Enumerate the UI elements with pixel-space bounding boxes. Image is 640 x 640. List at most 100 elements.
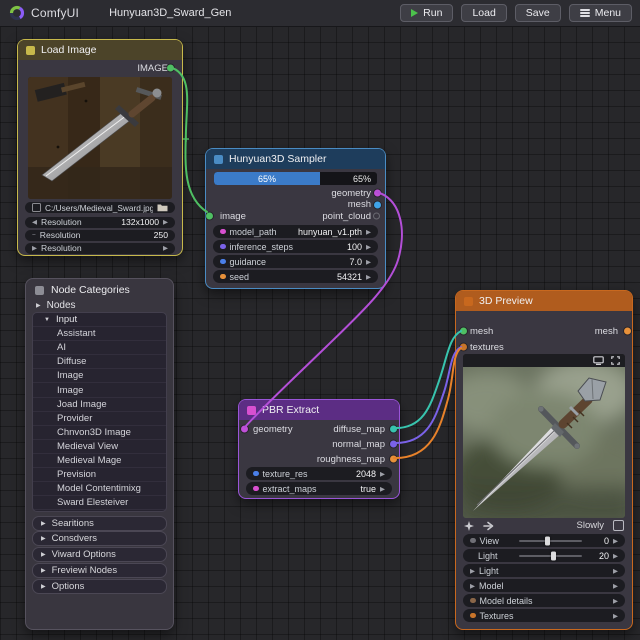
input-geometry: geometry [253, 423, 293, 435]
viewport-controls: Slowly [464, 519, 624, 532]
category-item[interactable]: Diffuse [33, 355, 166, 370]
node-pbr-header[interactable]: PBR Extract [239, 400, 399, 420]
light-slider-handle[interactable] [551, 551, 556, 560]
node-pbr-extract[interactable]: PBR Extract geometry diffuse_map normal_… [238, 399, 400, 499]
spinner-arrow-icon[interactable]: ▶ [366, 273, 371, 281]
category-item[interactable]: Assistant [33, 327, 166, 342]
output-normal-map: normal_map [332, 438, 385, 450]
increment-icon[interactable]: ▶ [163, 244, 168, 252]
param-dot-icon [220, 273, 226, 280]
input-textures: textures [470, 341, 504, 353]
app-name: ComfyUI [31, 6, 80, 20]
port-mesh-output[interactable] [374, 201, 381, 208]
category-item[interactable]: Chnvon3D Image [33, 426, 166, 440]
node-sampler-header[interactable]: Hunyuan3D Sampler [206, 149, 385, 169]
fullscreen-icon[interactable] [611, 356, 620, 365]
window-icon[interactable] [593, 356, 604, 365]
category-item[interactable]: AI [33, 341, 166, 356]
category-collapsed[interactable]: ▶ Options [32, 579, 167, 594]
port-point-cloud-output[interactable] [373, 212, 380, 220]
seed-widget[interactable]: seed 54321 ▶ [213, 270, 378, 283]
spinner-arrow-icon[interactable]: ▶ [613, 552, 618, 560]
comfyui-logo-icon [9, 5, 25, 21]
slowly-checkbox[interactable] [613, 520, 624, 531]
viewport-toolbar [463, 354, 625, 367]
tree-root-nodes[interactable]: ▶ Nodes [36, 298, 163, 312]
output-diffuse-map: diffuse_map [333, 423, 385, 435]
category-item[interactable]: Medieval Mage [33, 454, 166, 469]
save-button[interactable]: Save [514, 4, 561, 22]
resolution-widget-1[interactable]: ◀ Resolution 132x1000 ▶ [25, 216, 175, 228]
param-dot-icon [470, 597, 476, 604]
spinner-arrow-icon[interactable]: ▶ [380, 470, 385, 478]
resolution-widget-3[interactable]: ▶ Resolution ▶ [25, 242, 175, 254]
spinner-arrow-icon[interactable]: ▶ [366, 243, 371, 251]
node-title: 3D Preview [479, 295, 533, 307]
decrement-icon[interactable]: − [32, 232, 36, 239]
param-dot-icon [253, 470, 259, 477]
category-item[interactable]: Image [33, 369, 166, 384]
folder-icon[interactable] [157, 203, 168, 212]
node-categories-panel[interactable]: Node Categories ▶ Nodes ▼ Input Assistan… [25, 278, 174, 630]
param-dot-icon [220, 228, 226, 235]
port-mesh-output[interactable] [624, 327, 631, 335]
spinner-arrow-icon[interactable]: ▶ [613, 537, 618, 545]
category-tree: ▼ Input Assistant AI Diffuse Image Image… [32, 312, 167, 512]
output-point-cloud: point_cloud [322, 210, 371, 222]
view-slider-track[interactable] [519, 539, 582, 542]
category-collapsed[interactable]: ▶ Viward Options [32, 547, 167, 562]
category-item[interactable]: Model Contentimixg [33, 482, 166, 497]
workflow-title: Hunyuan3D_Sward_Gen [109, 7, 232, 19]
loaded-image-thumbnail[interactable] [28, 77, 172, 199]
param-dot-icon [470, 612, 476, 619]
load-button[interactable]: Load [461, 4, 507, 22]
chevron-right-icon: ▶ [613, 597, 618, 605]
category-item[interactable]: Provider [33, 412, 166, 426]
node-load-image[interactable]: Load Image IMAGE C:/Users/Medieval_Sward… [17, 39, 183, 256]
run-button[interactable]: Run [400, 4, 454, 22]
category-collapsed[interactable]: ▶ Freviewi Nodes [32, 563, 167, 578]
resolution-widget-2[interactable]: − Resolution 250 [25, 229, 175, 241]
increment-icon[interactable]: ▶ [163, 218, 168, 226]
section-model-details[interactable]: Model details ▶ [463, 594, 625, 607]
node-3d-preview[interactable]: 3D Preview mesh mesh textures Slowly Vie… [455, 290, 633, 630]
progress-percent-right: 65% [352, 173, 371, 184]
arrow-pointer-icon[interactable] [483, 521, 494, 531]
model-path-widget[interactable]: model_path hunyuan_v1.pth ▶ [213, 225, 378, 238]
decrement-icon[interactable]: ◀ [32, 218, 37, 226]
spinner-arrow-icon[interactable]: ▶ [366, 228, 371, 236]
category-item[interactable]: Image [33, 383, 166, 398]
node-preview-header[interactable]: 3D Preview [456, 291, 632, 311]
view-slider-widget[interactable]: View 0 ▶ [463, 534, 625, 547]
category-collapsed[interactable]: ▶ Consdvers [32, 531, 167, 546]
image-path-widget[interactable]: C:/Users/Medieval_Sward.jpg [25, 202, 175, 213]
light-slider-widget[interactable]: Light 20 ▶ [463, 549, 625, 562]
category-item[interactable]: Medieval View [33, 440, 166, 454]
guidance-widget[interactable]: guidance 7.0 ▶ [213, 255, 378, 268]
category-item[interactable]: Sward Elesteiver [33, 496, 166, 511]
spinner-arrow-icon[interactable]: ▶ [380, 485, 385, 493]
port-image-input[interactable] [206, 212, 213, 220]
category-collapsed[interactable]: ▶ Searitions [32, 516, 167, 531]
section-model[interactable]: ▶ Model ▶ [463, 579, 625, 592]
node-hunyuan3d-sampler[interactable]: Hunyuan3D Sampler 65% 65% geometry mesh … [205, 148, 386, 289]
section-light[interactable]: ▶ Light ▶ [463, 564, 625, 577]
category-item[interactable]: Joad Image [33, 398, 166, 412]
category-item[interactable]: Prevision [33, 468, 166, 483]
app-logo[interactable]: ComfyUI [0, 5, 79, 21]
inference-steps-widget[interactable]: inference_steps 100 ▶ [213, 240, 378, 253]
extract-maps-widget[interactable]: extract_maps true ▶ [246, 482, 392, 495]
star-pointer-icon[interactable] [464, 520, 474, 531]
node-type-icon [247, 405, 256, 415]
viewport-3d[interactable] [463, 354, 625, 518]
view-slider-handle[interactable] [545, 536, 550, 545]
spinner-arrow-icon[interactable]: ▶ [366, 258, 371, 266]
tree-group-input[interactable]: ▼ Input [33, 313, 166, 328]
node-load-image-header[interactable]: Load Image [18, 40, 182, 60]
chevron-down-icon: ▼ [44, 316, 50, 323]
expand-icon[interactable]: ▶ [32, 244, 37, 252]
texture-res-widget[interactable]: texture_res 2048 ▶ [246, 467, 392, 480]
menu-button[interactable]: Menu [568, 4, 632, 22]
section-textures[interactable]: Textures ▶ [463, 609, 625, 622]
rendered-sword-3d[interactable] [463, 367, 625, 518]
